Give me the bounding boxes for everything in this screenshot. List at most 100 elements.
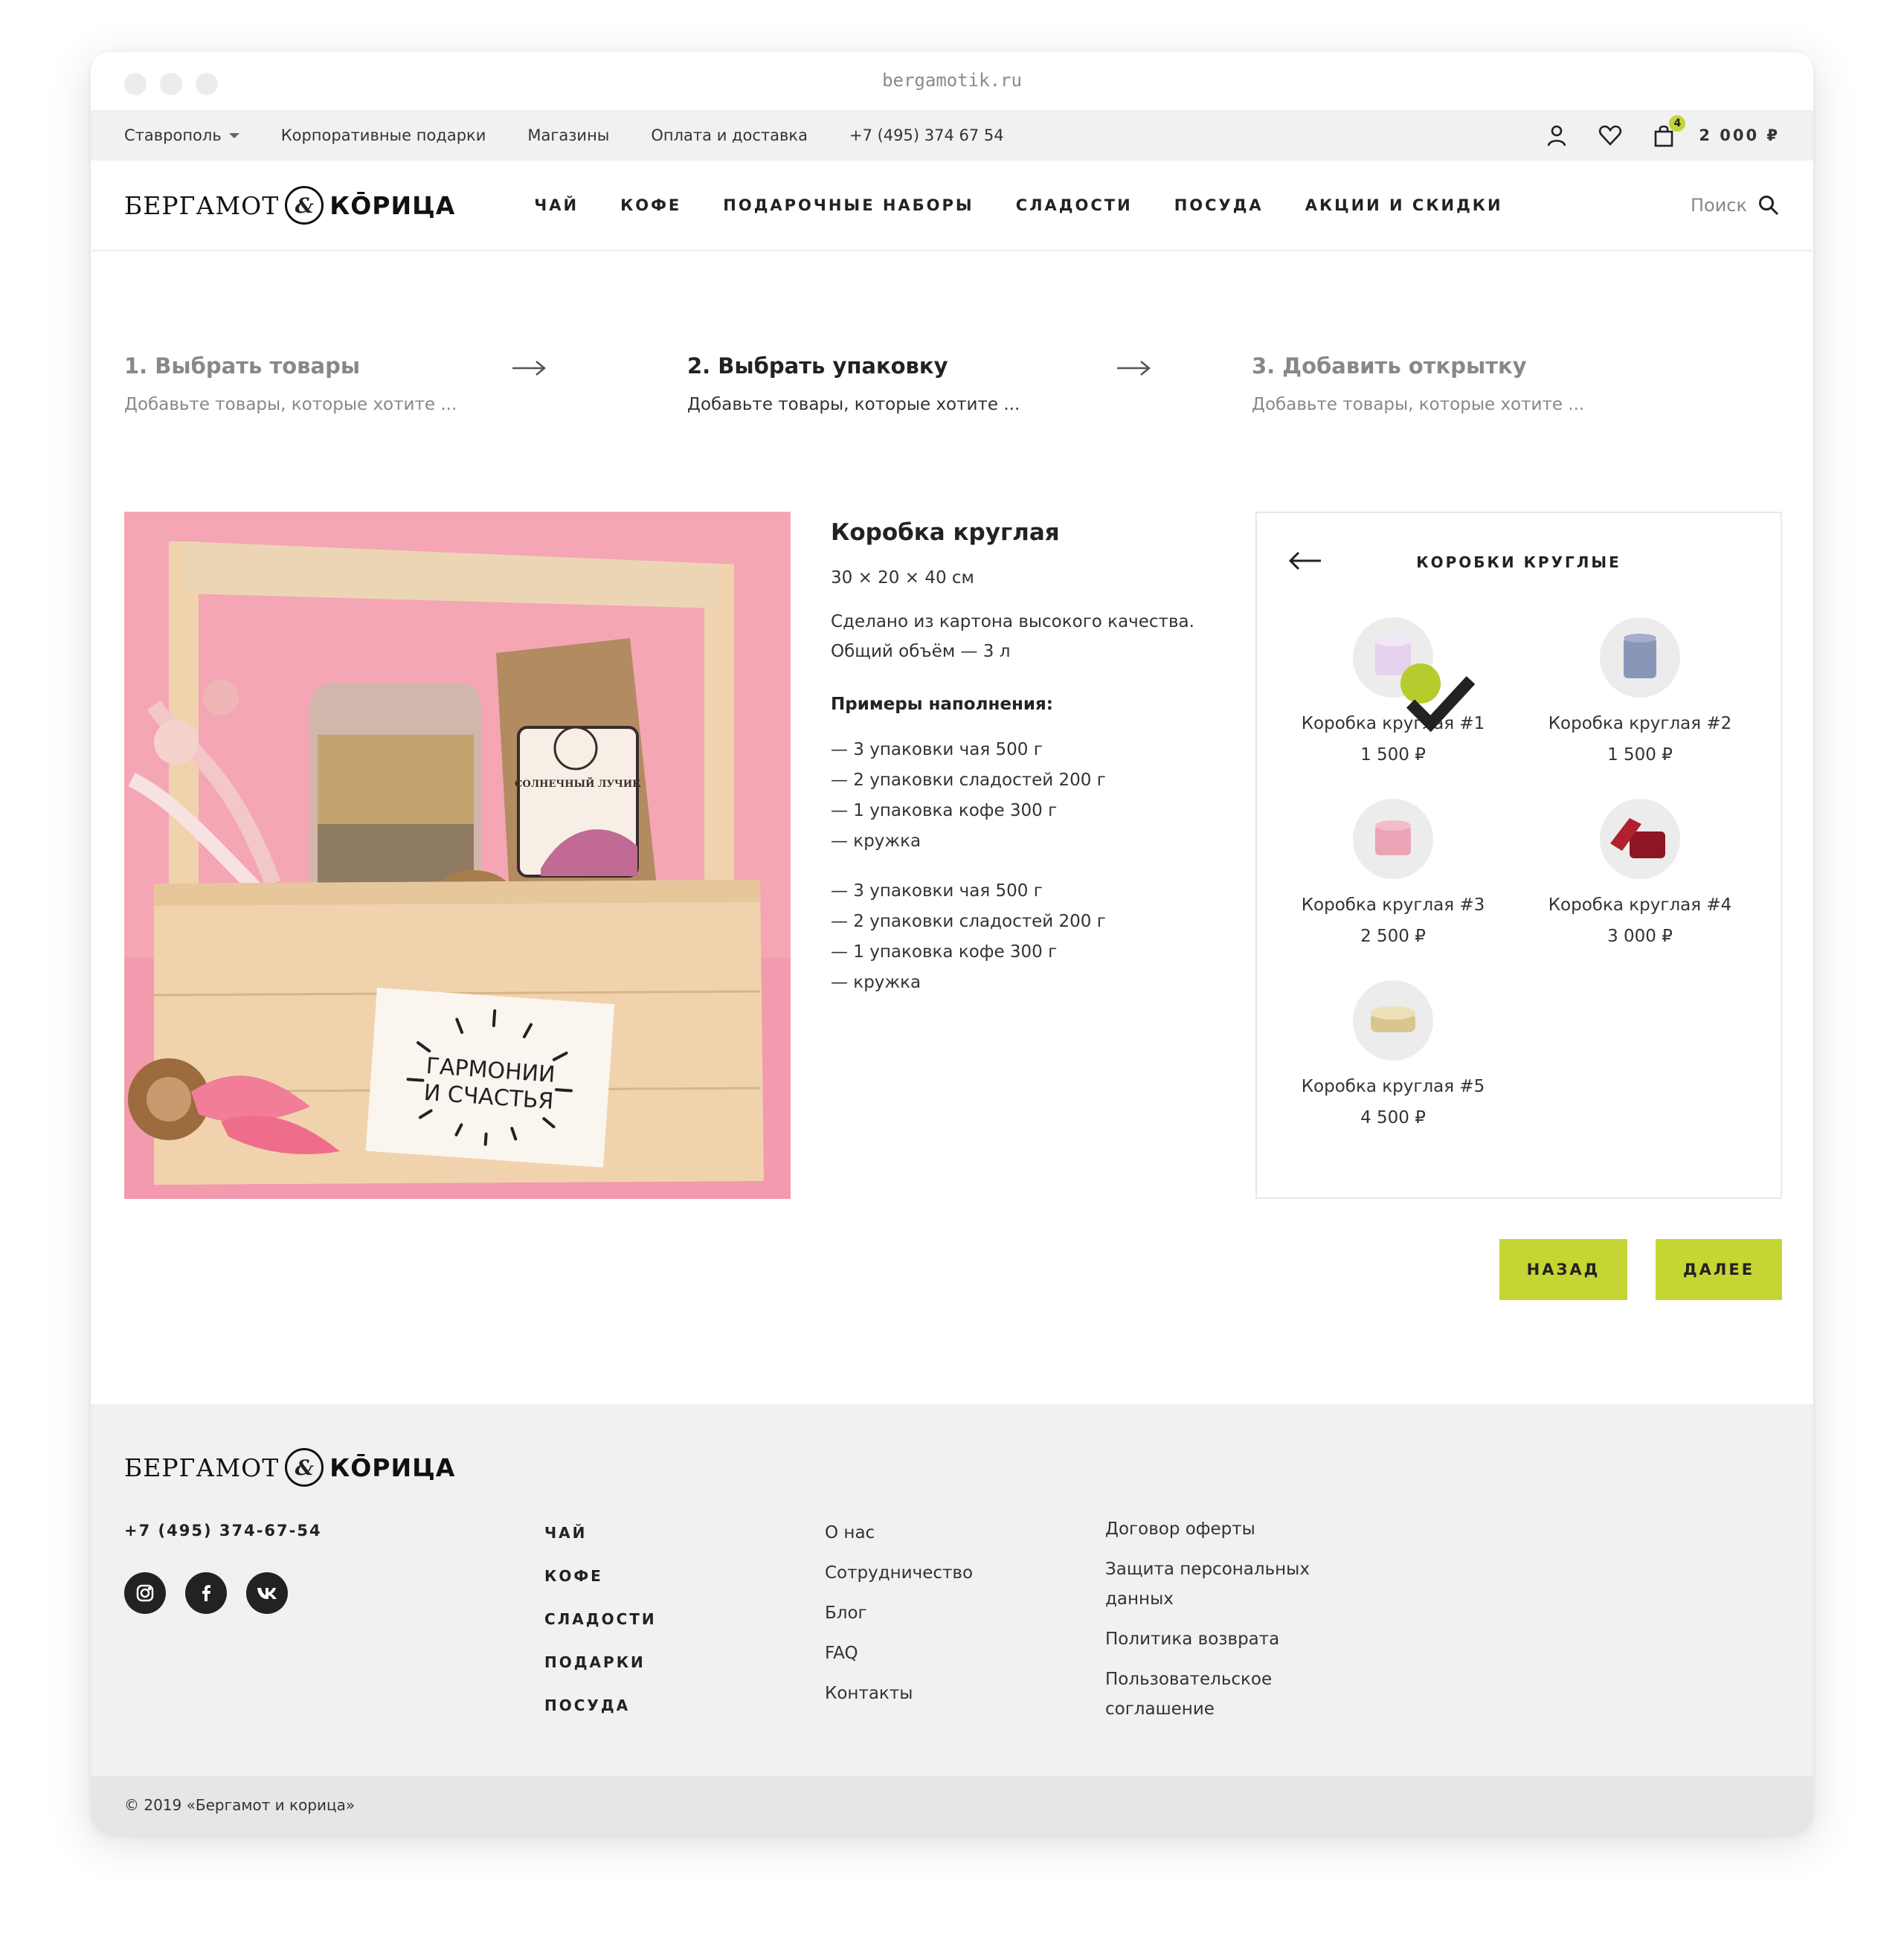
bag-label-text: СОЛНЕЧНЫЙ ЛУЧИК (515, 777, 641, 790)
examples-list-2: — 3 упаковки чая 500 г — 2 упаковки слад… (831, 876, 1232, 998)
logo-ampersand: & (285, 186, 324, 225)
footer-link[interactable]: КОФЕ (544, 1565, 657, 1587)
logo-word1: БЕРГАМОТ (124, 190, 280, 220)
box-option-3[interactable]: Коробка круглая #3 2 500 ₽ (1278, 799, 1508, 946)
list-item: — 1 упаковка кофе 300 г (831, 801, 1058, 820)
footer-link[interactable]: Пользовательское соглашение (1105, 1664, 1343, 1724)
footer-link[interactable]: Сотрудничество (825, 1562, 973, 1584)
list-item: — кружка (831, 973, 922, 992)
box-thumbnail (1353, 617, 1476, 733)
browser-window: bergamotik.ru Ставрополь Корпоративные п… (91, 52, 1813, 1834)
list-item: — кружка (831, 831, 922, 851)
cart-count-badge: 4 (1669, 115, 1686, 132)
box-name: Коробка круглая #4 (1548, 895, 1732, 915)
search-icon[interactable] (1757, 194, 1780, 216)
examples-title: Примеры наполнения: (831, 695, 1053, 714)
social-links (124, 1572, 288, 1614)
footer-link[interactable]: О нас (825, 1522, 973, 1544)
address-bar[interactable]: bergamotik.ru (91, 70, 1813, 91)
nav-coffee[interactable]: КОФЕ (620, 196, 681, 214)
footer-link[interactable]: ПОСУДА (544, 1694, 657, 1717)
footer-catalog-links: ЧАЙ КОФЕ СЛАДОСТИ ПОДАРКИ ПОСУДА (544, 1522, 657, 1737)
box-price: 4 500 ₽ (1360, 1108, 1426, 1128)
step-3-desc: Добавьте товары, которые хотите ... (1252, 395, 1585, 414)
nav-sales[interactable]: АКЦИИ И СКИДКИ (1305, 196, 1503, 214)
next-button[interactable]: ДАЛЕЕ (1656, 1239, 1782, 1300)
arrow-right-icon (1117, 361, 1151, 376)
main-nav: ЧАЙ КОФЕ ПОДАРОЧНЫЕ НАБОРЫ СЛАДОСТИ ПОСУ… (534, 196, 1544, 214)
footer-link[interactable]: ЧАЙ (544, 1522, 657, 1544)
product-photo: СОЛНЕЧНЫЙ ЛУЧИК ГАРМОНИИ И СЧАСТЬЯ (124, 512, 791, 1199)
box-option-5[interactable]: Коробка круглая #5 4 500 ₽ (1278, 980, 1508, 1128)
step-1-title: 1. Выбрать товары (124, 353, 361, 379)
search-placeholder: Поиск (1690, 195, 1747, 216)
main-header: БЕРГАМОТ & КŌРИЦА ЧАЙ КОФЕ ПОДАРОЧНЫЕ НА… (91, 161, 1813, 251)
box-option-4[interactable]: Коробка круглая #4 3 000 ₽ (1525, 799, 1755, 946)
box-price: 2 500 ₽ (1360, 927, 1426, 946)
chevron-down-icon (228, 133, 239, 138)
box-option-2[interactable]: Коробка круглая #2 1 500 ₽ (1525, 617, 1755, 765)
product-dimensions: 30 × 20 × 40 см (831, 568, 974, 588)
bag-icon[interactable]: 4 (1651, 115, 1686, 148)
browser-titlebar: bergamotik.ru (91, 52, 1813, 110)
footer-link[interactable]: Блог (825, 1602, 973, 1624)
box-price: 3 000 ₽ (1607, 927, 1673, 946)
product-info: Коробка круглая 30 × 20 × 40 см Сделано … (831, 512, 1232, 998)
logo-ampersand: & (285, 1448, 324, 1487)
footer-phone[interactable]: +7 (495) 374-67-54 (124, 1522, 322, 1540)
step-1[interactable]: 1. Выбрать товары Добавьте товары, котор… (124, 353, 457, 414)
box-thumbnail (1353, 799, 1433, 879)
box-price: 1 500 ₽ (1607, 745, 1673, 765)
list-item: — 1 упаковка кофе 300 г (831, 942, 1058, 962)
logo-word1: БЕРГАМОТ (124, 1453, 280, 1482)
description-line-1: Сделано из картона высокого качества. (831, 612, 1194, 631)
step-1-desc: Добавьте товары, которые хотите ... (124, 395, 457, 414)
logo-word2: КŌРИЦА (329, 190, 456, 220)
copyright-bar: © 2019 «Бергамот и корица» (91, 1776, 1813, 1834)
user-icon[interactable] (1544, 123, 1569, 148)
step-2-desc: Добавьте товары, которые хотите ... (687, 395, 1020, 414)
vk-icon[interactable] (246, 1572, 288, 1614)
footer-logo[interactable]: БЕРГАМОТ & КŌРИЦА (124, 1447, 455, 1487)
step-3-title: 3. Добавить открытку (1252, 353, 1527, 379)
cart-total[interactable]: 2 000 ₽ (1699, 126, 1780, 144)
nav-tableware[interactable]: ПОСУДА (1174, 196, 1264, 214)
list-item: — 2 упаковки сладостей 200 г (831, 771, 1106, 790)
facebook-icon[interactable] (185, 1572, 227, 1614)
search-field[interactable]: Поиск (1691, 194, 1780, 216)
box-thumbnail (1600, 617, 1680, 698)
corporate-gifts-link[interactable]: Корпоративные подарки (281, 126, 486, 144)
step-2-title: 2. Выбрать упаковку (687, 353, 948, 379)
footer-link[interactable]: FAQ (825, 1642, 973, 1664)
footer-link[interactable]: Защита персональных данных (1105, 1554, 1343, 1614)
nav-gift-sets[interactable]: ПОДАРОЧНЫЕ НАБОРЫ (723, 196, 974, 214)
city-label: Ставрополь (124, 126, 222, 144)
box-option-1[interactable]: Коробка круглая #1 1 500 ₽ (1278, 617, 1508, 765)
footer-link[interactable]: ПОДАРКИ (544, 1651, 657, 1673)
stores-link[interactable]: Магазины (527, 126, 609, 144)
payment-delivery-link[interactable]: Оплата и доставка (651, 126, 808, 144)
panel-title: КОРОБКИ КРУГЛЫЕ (1416, 553, 1621, 571)
footer-link[interactable]: Политика возврата (1105, 1624, 1343, 1654)
instagram-icon[interactable] (124, 1572, 166, 1614)
site-logo[interactable]: БЕРГАМОТ & КŌРИЦА (124, 185, 455, 225)
step-2[interactable]: 2. Выбрать упаковку Добавьте товары, кот… (687, 353, 1020, 414)
copyright-text: © 2019 «Бергамот и корица» (124, 1796, 356, 1814)
back-button[interactable]: НАЗАД (1499, 1239, 1627, 1300)
nav-tea[interactable]: ЧАЙ (534, 196, 579, 214)
footer-company-links: О нас Сотрудничество Блог FAQ Контакты (825, 1522, 973, 1722)
phone-link[interactable]: +7 (495) 374 67 54 (849, 126, 1004, 144)
footer-link[interactable]: СЛАДОСТИ (544, 1608, 657, 1630)
box-price: 1 500 ₽ (1360, 745, 1426, 765)
step-3[interactable]: 3. Добавить открытку Добавьте товары, ко… (1252, 353, 1584, 414)
top-utility-bar: Ставрополь Корпоративные подарки Магазин… (91, 110, 1813, 161)
footer-link[interactable]: Договор оферты (1105, 1514, 1343, 1544)
footer-link[interactable]: Контакты (825, 1682, 973, 1705)
heart-icon[interactable] (1598, 123, 1623, 148)
product-title: Коробка круглая (831, 519, 1060, 546)
nav-sweets[interactable]: СЛАДОСТИ (1016, 196, 1133, 214)
city-selector[interactable]: Ставрополь (124, 126, 239, 144)
box-thumbnail (1353, 980, 1433, 1061)
constructor-steps: 1. Выбрать товары Добавьте товары, котор… (124, 353, 1790, 428)
description-line-2: Общий объём — 3 л (831, 642, 1011, 661)
